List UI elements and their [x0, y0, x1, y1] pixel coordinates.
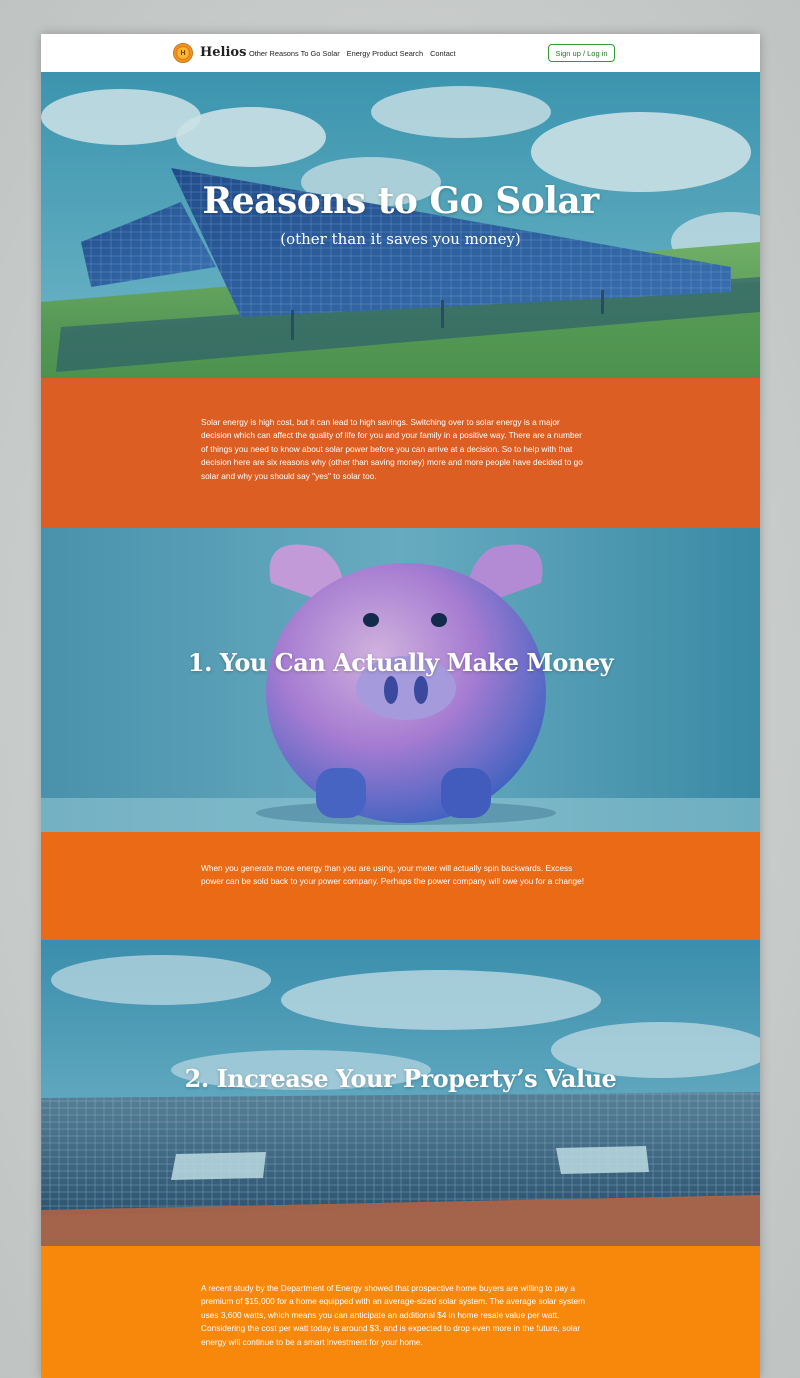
- nav-link-contact[interactable]: Contact: [430, 49, 455, 58]
- intro-section: Solar energy is high cost, but it can le…: [41, 378, 760, 528]
- page: H Helios Other Reasons To Go Solar Energ…: [41, 34, 760, 1378]
- reason-2-section: A recent study by the Department of Ener…: [41, 1246, 760, 1378]
- brand-name[interactable]: Helios: [200, 45, 246, 60]
- top-navbar: H Helios Other Reasons To Go Solar Energ…: [41, 34, 760, 72]
- nav-link-energy-product-search[interactable]: Energy Product Search: [347, 49, 423, 58]
- hero-banner: Reasons to Go Solar (other than it saves…: [41, 72, 760, 378]
- reason-1-section: When you generate more energy than you a…: [41, 832, 760, 940]
- hero-subtitle: (other than it saves you money): [280, 230, 521, 248]
- reason-2-title: 2. Increase Your Property’s Value: [184, 1064, 617, 1093]
- reason-1-text: When you generate more energy than you a…: [201, 863, 585, 887]
- nav-link-other-reasons[interactable]: Other Reasons To Go Solar: [249, 49, 340, 58]
- helios-logo-icon[interactable]: H: [173, 43, 193, 63]
- hero-title: Reasons to Go Solar: [202, 180, 599, 222]
- reason-2-banner: 2. Increase Your Property’s Value: [41, 940, 760, 1246]
- reason-1-banner: 1. You Can Actually Make Money: [41, 528, 760, 832]
- solar-field-image: [41, 72, 760, 378]
- nav-links: Other Reasons To Go Solar Energy Product…: [249, 49, 456, 58]
- reason-1-title: 1. You Can Actually Make Money: [187, 648, 614, 677]
- intro-text: Solar energy is high cost, but it can le…: [201, 417, 583, 481]
- piggy-bank-image: [41, 528, 760, 832]
- signup-login-button[interactable]: Sign up / Log in: [548, 44, 615, 62]
- reason-2-text: A recent study by the Department of Ener…: [201, 1283, 586, 1347]
- rooftop-solar-image: [41, 940, 760, 1246]
